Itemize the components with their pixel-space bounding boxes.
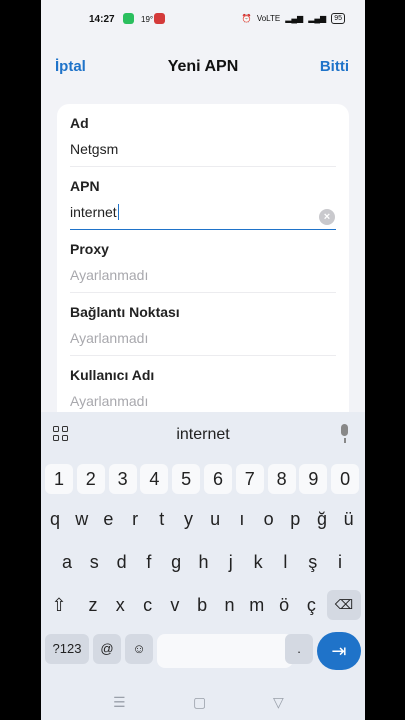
key-ü[interactable]: ü [337, 504, 361, 534]
status-bar: 14:27 19° ⏰ VoLTE ▂▄▆ ▂▄▆ 95 [41, 0, 365, 40]
apn-form: Ad Netgsm APN internet × Proxy Ayarlanma… [57, 104, 349, 424]
key-r[interactable]: r [123, 504, 147, 534]
key-g[interactable]: g [164, 547, 188, 577]
alarm-icon: ⏰ [241, 14, 252, 23]
suggestion-bar: internet [41, 412, 365, 456]
emoji-icon[interactable]: ☺ [125, 634, 153, 664]
whatsapp-icon [123, 13, 134, 24]
field-port[interactable]: Bağlantı Noktası Ayarlanmadı [57, 293, 349, 356]
field-username[interactable]: Kullanıcı Adı Ayarlanmadı [57, 356, 349, 419]
key-s[interactable]: s [82, 547, 106, 577]
key-y[interactable]: y [177, 504, 201, 534]
nav-header: İptal Yeni APN Bitti [41, 52, 365, 82]
key-u[interactable]: u [203, 504, 227, 534]
key-ı[interactable]: ı [230, 504, 254, 534]
key-a[interactable]: a [55, 547, 79, 577]
page-title: Yeni APN [167, 58, 239, 75]
key-9[interactable]: 9 [299, 464, 328, 494]
key-d[interactable]: d [110, 547, 134, 577]
text-cursor [117, 204, 120, 220]
field-proxy[interactable]: Proxy Ayarlanmadı [57, 230, 349, 293]
field-label: Proxy [70, 241, 109, 257]
field-label: Kullanıcı Adı [70, 367, 155, 383]
key-l[interactable]: l [273, 547, 297, 577]
home-icon[interactable]: ▢ [193, 694, 206, 711]
status-temperature: 19° [141, 15, 154, 24]
key-m[interactable]: m [245, 590, 269, 620]
key-h[interactable]: h [192, 547, 216, 577]
key-n[interactable]: n [218, 590, 242, 620]
menu-icon[interactable]: ☰ [113, 694, 126, 711]
letter-row-1: qwertyuıopğü [41, 504, 365, 536]
letter-row-2: asdfghjklşi [41, 547, 365, 579]
key-e[interactable]: e [96, 504, 120, 534]
battery-icon: 95 [331, 13, 345, 24]
suggestion-word[interactable]: internet [41, 426, 365, 444]
key-v[interactable]: v [163, 590, 187, 620]
key-1[interactable]: 1 [45, 464, 73, 494]
microphone-icon[interactable] [339, 424, 349, 444]
key-7[interactable]: 7 [235, 464, 264, 494]
system-nav-bar: ☰ ▢ ▽ [41, 682, 365, 720]
apn-input-text: internet [70, 204, 117, 220]
letter-row-3: ⇧ ⌫ zxcvbnmöç [41, 590, 365, 622]
key-ç[interactable]: ç [299, 590, 323, 620]
key-t[interactable]: t [150, 504, 174, 534]
status-time: 14:27 [89, 14, 115, 25]
key-q[interactable]: q [43, 504, 67, 534]
key-f[interactable]: f [137, 547, 161, 577]
field-label: APN [70, 178, 100, 194]
volte-label: VoLTE [256, 14, 281, 23]
key-p[interactable]: p [283, 504, 307, 534]
signal-icon-2: ▂▄▆ [308, 14, 327, 23]
space-key[interactable] [157, 634, 293, 668]
key-k[interactable]: k [246, 547, 270, 577]
key-6[interactable]: 6 [204, 464, 232, 494]
key-i[interactable]: i [328, 547, 352, 577]
key-8[interactable]: 8 [267, 464, 296, 494]
proxy-input[interactable]: Ayarlanmadı [70, 267, 336, 283]
back-icon[interactable]: ▽ [273, 694, 284, 711]
key-2[interactable]: 2 [76, 464, 105, 494]
key-b[interactable]: b [190, 590, 214, 620]
name-input[interactable]: Netgsm [70, 141, 336, 157]
shift-key[interactable]: ⇧ [43, 590, 75, 620]
bottom-row: ?123 @ ☺ . ⇥ [41, 632, 365, 670]
signal-icon: ▂▄▆ [285, 14, 304, 23]
screen: 14:27 19° ⏰ VoLTE ▂▄▆ ▂▄▆ 95 İptal Yeni … [41, 0, 365, 720]
at-key[interactable]: @ [93, 634, 121, 664]
apn-input[interactable]: internet [70, 204, 336, 220]
key-5[interactable]: 5 [172, 464, 201, 494]
status-right: ⏰ VoLTE ▂▄▆ ▂▄▆ 95 [242, 13, 345, 24]
backspace-key[interactable]: ⌫ [327, 590, 361, 620]
key-c[interactable]: c [136, 590, 160, 620]
key-w[interactable]: w [70, 504, 94, 534]
field-name[interactable]: Ad Netgsm [57, 104, 349, 167]
field-apn[interactable]: APN internet × [57, 167, 349, 230]
keyboard: internet 1234567890 qwertyuıopğü asdfghj… [41, 412, 365, 682]
key-0[interactable]: 0 [331, 464, 360, 494]
field-label: Bağlantı Noktası [70, 304, 180, 320]
period-key[interactable]: . [285, 634, 313, 664]
clear-icon[interactable]: × [319, 209, 335, 225]
field-label: Ad [70, 115, 89, 131]
done-button[interactable]: Bitti [320, 58, 349, 75]
symbols-key[interactable]: ?123 [45, 634, 89, 664]
key-x[interactable]: x [108, 590, 132, 620]
key-ğ[interactable]: ğ [310, 504, 334, 534]
key-3[interactable]: 3 [108, 464, 137, 494]
key-ö[interactable]: ö [272, 590, 296, 620]
key-z[interactable]: z [81, 590, 105, 620]
port-input[interactable]: Ayarlanmadı [70, 330, 336, 346]
enter-arrow-icon[interactable]: ⇥ [317, 632, 361, 670]
key-ş[interactable]: ş [301, 547, 325, 577]
username-input[interactable]: Ayarlanmadı [70, 393, 336, 409]
key-o[interactable]: o [257, 504, 281, 534]
key-j[interactable]: j [219, 547, 243, 577]
key-4[interactable]: 4 [140, 464, 169, 494]
number-row: 1234567890 [41, 464, 365, 496]
youtube-icon [154, 13, 165, 24]
